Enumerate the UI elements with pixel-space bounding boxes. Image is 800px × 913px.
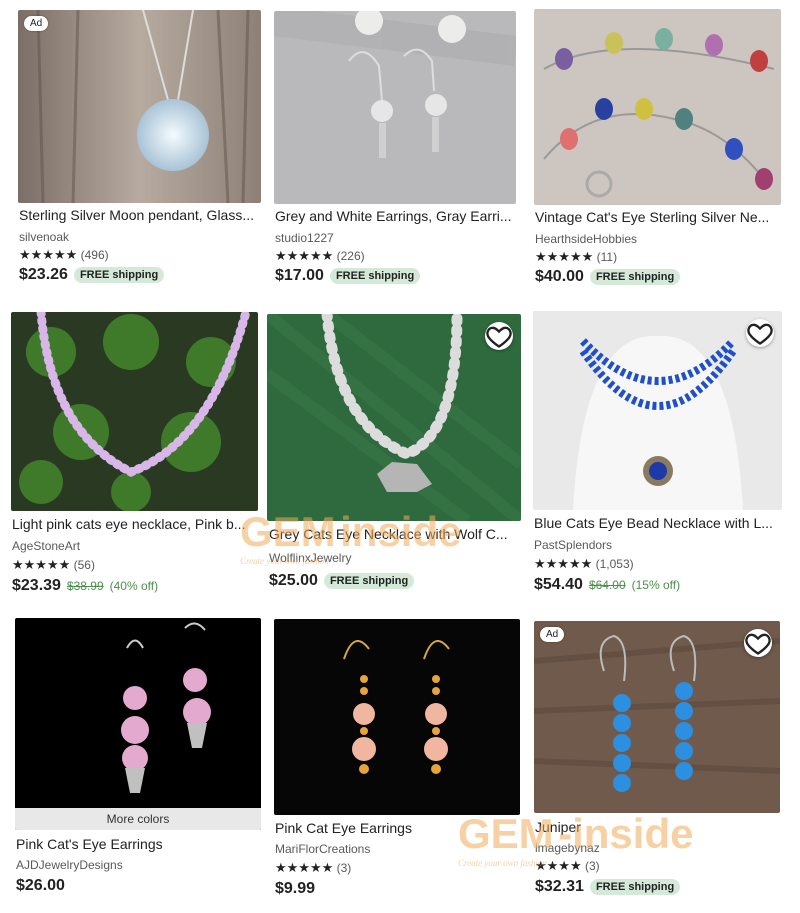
review-count: (1,053) xyxy=(595,557,634,571)
rating: ★★★★ (3) xyxy=(535,859,600,874)
rating: ★★★★★ (11) xyxy=(535,250,617,265)
listing-title[interactable]: Grey Cats Eye Necklace with Wolf C... xyxy=(269,526,521,542)
free-shipping-badge: FREE shipping xyxy=(589,269,681,285)
shop-name[interactable]: WolflinxJewelry xyxy=(269,551,351,565)
ad-badge: Ad xyxy=(540,627,565,642)
free-shipping-badge: FREE shipping xyxy=(323,573,415,589)
listing-title[interactable]: Grey and White Earrings, Gray Earri... xyxy=(275,208,515,224)
listing-title[interactable]: Sterling Silver Moon pendant, Glass... xyxy=(19,207,262,223)
star-rating-icon: ★★★★★ xyxy=(275,861,334,876)
shop-name[interactable]: MariFlorCreations xyxy=(275,842,370,856)
listing-image[interactable] xyxy=(533,311,782,510)
price-row: $25.00 FREE shipping xyxy=(269,572,415,590)
price: $32.31 xyxy=(535,878,584,895)
heart-outline-icon[interactable] xyxy=(485,322,513,350)
listing-title[interactable]: Light pink cats eye necklace, Pink b... xyxy=(12,516,260,532)
shop-name[interactable]: studio1227 xyxy=(275,231,334,245)
rating: ★★★★★ (3) xyxy=(275,861,351,876)
price: $17.00 xyxy=(275,267,324,284)
shop-name[interactable]: imagebynaz xyxy=(535,841,600,855)
price: $54.40 xyxy=(534,576,583,593)
price-row: $26.00 xyxy=(16,877,65,895)
listing-image[interactable] xyxy=(267,314,521,521)
price: $26.00 xyxy=(16,877,65,894)
shop-name[interactable]: HearthsideHobbies xyxy=(535,232,637,246)
price: $25.00 xyxy=(269,572,318,589)
star-rating-icon: ★★★★★ xyxy=(19,248,78,263)
free-shipping-badge: FREE shipping xyxy=(589,879,681,895)
free-shipping-badge: FREE shipping xyxy=(73,267,165,283)
price: $23.26 xyxy=(19,266,68,283)
listing-title[interactable]: Pink Cat Eye Earrings xyxy=(275,820,521,836)
review-count: (3) xyxy=(584,859,600,873)
listing-image[interactable] xyxy=(534,9,781,205)
listing-title[interactable]: Blue Cats Eye Bead Necklace with L... xyxy=(534,515,783,531)
review-count: (3) xyxy=(336,861,352,875)
rating: ★★★★★ (1,053) xyxy=(534,557,634,572)
rating: ★★★★★ (496) xyxy=(19,248,109,263)
price-row: $32.31 FREE shipping xyxy=(535,878,681,896)
price-row: $23.26 FREE shipping xyxy=(19,266,165,284)
discount: (40% off) xyxy=(109,579,159,593)
star-rating-icon: ★★★★★ xyxy=(535,250,594,265)
ad-badge: Ad xyxy=(24,16,49,31)
review-count: (11) xyxy=(596,250,618,264)
shop-name[interactable]: PastSplendors xyxy=(534,538,612,552)
listing-image[interactable] xyxy=(11,312,258,511)
price-row: $9.99 xyxy=(275,880,315,898)
heart-outline-icon[interactable] xyxy=(746,319,774,347)
listing-title[interactable]: Vintage Cat's Eye Sterling Silver Ne... xyxy=(535,209,780,225)
review-count: (496) xyxy=(80,248,109,262)
listing-image[interactable] xyxy=(274,619,520,815)
original-price: $64.00 xyxy=(588,578,626,592)
rating: ★★★★★ (226) xyxy=(275,249,365,264)
discount: (15% off) xyxy=(631,578,681,592)
more-colors-label[interactable]: More colors xyxy=(15,808,261,830)
shop-name[interactable]: AJDJewelryDesigns xyxy=(16,858,123,872)
listing-image[interactable]: Ad xyxy=(534,621,780,813)
price-row: $40.00 FREE shipping xyxy=(535,268,681,286)
star-rating-icon: ★★★★★ xyxy=(12,558,71,573)
star-rating-icon: ★★★★ xyxy=(535,859,582,874)
original-price: $38.99 xyxy=(66,579,104,593)
star-rating-icon: ★★★★★ xyxy=(534,557,593,572)
price: $23.39 xyxy=(12,577,61,594)
price: $40.00 xyxy=(535,268,584,285)
listing-image[interactable]: More colors xyxy=(15,618,261,830)
price-row: $17.00 FREE shipping xyxy=(275,267,421,285)
listing-image[interactable] xyxy=(274,11,516,204)
free-shipping-badge: FREE shipping xyxy=(329,268,421,284)
heart-outline-icon[interactable] xyxy=(744,629,772,657)
review-count: (226) xyxy=(336,249,365,263)
shop-name[interactable]: silvenoak xyxy=(19,230,69,244)
price: $9.99 xyxy=(275,880,316,897)
star-rating-icon: ★★★★★ xyxy=(275,249,334,264)
shop-name[interactable]: AgeStoneArt xyxy=(12,539,80,553)
listing-title[interactable]: Juniper xyxy=(535,819,781,835)
price-row: $23.39 $38.99 (40% off) xyxy=(12,577,158,595)
listing-image[interactable]: Ad xyxy=(18,10,261,203)
review-count: (56) xyxy=(73,558,95,572)
price-row: $54.40 $64.00 (15% off) xyxy=(534,576,680,594)
rating: ★★★★★ (56) xyxy=(12,558,95,573)
listing-title[interactable]: Pink Cat's Eye Earrings xyxy=(16,836,262,852)
